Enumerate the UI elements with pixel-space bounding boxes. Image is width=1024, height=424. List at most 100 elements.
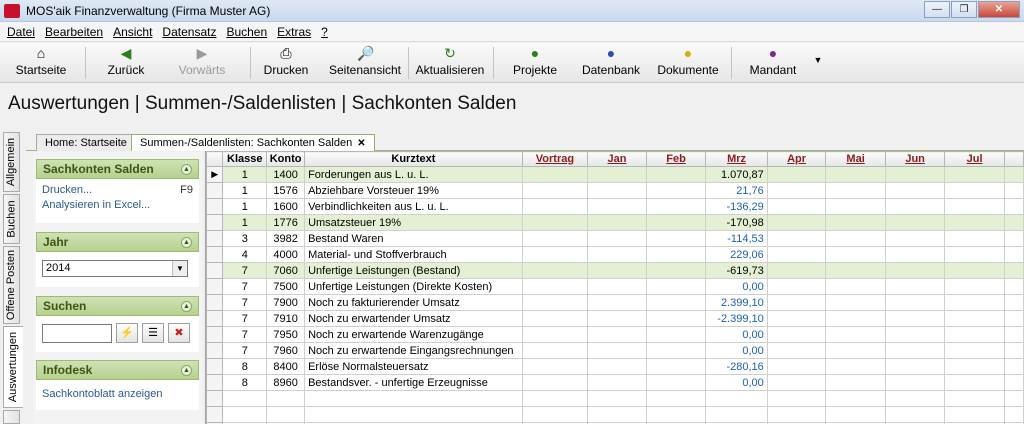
cell-mrz[interactable]: 21,76 (705, 182, 768, 199)
row-selector[interactable] (206, 198, 224, 215)
refresh-button[interactable]: ↻ Aktualisieren (414, 45, 486, 81)
cell-feb[interactable] (645, 214, 707, 231)
column-header-jun[interactable]: Jun (884, 151, 946, 167)
row-selector[interactable]: ▶ (206, 166, 224, 183)
table-row[interactable]: 3 3982 Bestand Waren -114,53 (206, 230, 1024, 247)
forward-button[interactable]: ▶ Vorwärts (175, 45, 229, 81)
cell-vortrag[interactable] (521, 374, 589, 391)
cell-jul[interactable] (944, 374, 1005, 391)
column-header-mai[interactable]: Mai (825, 151, 886, 167)
cell-apr[interactable] (766, 374, 827, 391)
cell-overflow[interactable] (1003, 278, 1024, 295)
cell-overflow[interactable] (1003, 310, 1024, 327)
cell-jun[interactable] (884, 230, 946, 247)
print-link[interactable]: Drucken... F9 (42, 183, 193, 198)
cell-mai[interactable] (825, 326, 886, 343)
cell-jul[interactable] (944, 214, 1005, 231)
clear-filter-button[interactable]: ✖ (168, 323, 190, 343)
cell-mai[interactable] (825, 182, 886, 199)
cell-jul[interactable] (944, 230, 1005, 247)
cell-kurztext[interactable]: Noch zu erwartender Umsatz (304, 310, 523, 327)
cell-kurztext[interactable]: Forderungen aus L. u. L. (304, 166, 523, 183)
cell-vortrag[interactable] (521, 182, 589, 199)
cell-konto[interactable]: 8960 (266, 374, 306, 391)
close-tab-icon[interactable]: ✕ (357, 138, 365, 149)
table-row[interactable]: 1 1776 Umsatzsteuer 19% -170,98 (206, 214, 1024, 231)
tab-auswertungen[interactable]: Auswertungen (3, 326, 23, 408)
cell-apr[interactable] (766, 294, 827, 311)
cell-jul[interactable] (944, 294, 1005, 311)
column-header-feb[interactable]: Feb (645, 151, 707, 167)
panel-infodesk-header[interactable]: Infodesk ▲ (36, 360, 199, 380)
cell-jun[interactable] (884, 214, 946, 231)
year-select[interactable]: 2014 ▼ (42, 260, 188, 277)
cell-mai[interactable] (825, 166, 886, 183)
mandant-dropdown-icon[interactable]: ▼ (812, 55, 824, 91)
cell-klasse[interactable]: 8 (222, 358, 268, 375)
cell-vortrag[interactable] (521, 294, 589, 311)
cell-jul[interactable] (944, 358, 1005, 375)
column-header-jan[interactable]: Jan (587, 151, 647, 167)
cell-jan[interactable] (587, 214, 647, 231)
row-selector[interactable] (206, 246, 224, 263)
cell-mai[interactable] (825, 262, 886, 279)
cell-konto[interactable]: 7060 (266, 262, 306, 279)
database-button[interactable]: ● Datenbank (581, 45, 641, 81)
tab-buchen[interactable]: Buchen (3, 194, 20, 244)
cell-overflow[interactable] (1003, 246, 1024, 263)
row-selector[interactable] (206, 358, 224, 375)
cell-konto[interactable]: 4000 (266, 246, 306, 263)
cell-jan[interactable] (587, 310, 647, 327)
cell-mai[interactable] (825, 246, 886, 263)
cell-konto[interactable]: 7500 (266, 278, 306, 295)
cell-klasse[interactable]: 3 (222, 230, 268, 247)
cell-jul[interactable] (944, 262, 1005, 279)
cell-klasse[interactable]: 7 (222, 326, 268, 343)
cell-klasse[interactable]: 7 (222, 278, 268, 295)
cell-kurztext[interactable]: Noch zu fakturierender Umsatz (304, 294, 523, 311)
cell-vortrag[interactable] (521, 166, 589, 183)
minimize-button[interactable]: — (924, 1, 950, 18)
menu-extras[interactable]: Extras (272, 25, 316, 39)
cell-kurztext[interactable]: Abziehbare Vorsteuer 19% (304, 182, 523, 199)
row-selector[interactable] (206, 310, 224, 327)
cell-apr[interactable] (766, 166, 827, 183)
cell-mai[interactable] (825, 342, 886, 359)
cell-jun[interactable] (884, 182, 946, 199)
cell-mrz[interactable]: 0,00 (705, 342, 768, 359)
cell-jan[interactable] (587, 342, 647, 359)
cell-jan[interactable] (587, 182, 647, 199)
cell-konto[interactable]: 7950 (266, 326, 306, 343)
mandant-button[interactable]: ● Mandant (746, 45, 800, 81)
cell-mrz[interactable]: 0,00 (705, 326, 768, 343)
tab-offene-posten[interactable]: Offene Posten (3, 246, 20, 324)
cell-mai[interactable] (825, 278, 886, 295)
column-header-konto[interactable]: Konto (266, 151, 306, 167)
cell-feb[interactable] (645, 342, 707, 359)
cell-feb[interactable] (645, 374, 707, 391)
cell-apr[interactable] (766, 342, 827, 359)
cell-apr[interactable] (766, 182, 827, 199)
restore-button[interactable]: ❐ (951, 1, 977, 18)
cell-jun[interactable] (884, 310, 946, 327)
menu-bearbeiten[interactable]: Bearbeiten (40, 25, 108, 39)
tab-allgemein[interactable]: Allgemein (3, 132, 20, 192)
cell-mrz[interactable]: -2.399,10 (705, 310, 768, 327)
cell-kurztext[interactable]: Bestand Waren (304, 230, 523, 247)
cell-jan[interactable] (587, 358, 647, 375)
collapse-icon[interactable]: ▲ (181, 236, 192, 248)
cell-klasse[interactable]: 7 (222, 262, 268, 279)
cell-konto[interactable]: 1576 (266, 182, 306, 199)
sachkontoblatt-link[interactable]: Sachkontoblatt anzeigen (42, 387, 193, 402)
cell-jul[interactable] (944, 198, 1005, 215)
cell-jul[interactable] (944, 246, 1005, 263)
cell-mrz[interactable]: 0,00 (705, 374, 768, 391)
cell-feb[interactable] (645, 198, 707, 215)
table-row[interactable]: 4 4000 Material- und Stoffverbrauch 229,06 (206, 246, 1024, 263)
cell-kurztext[interactable]: Unfertige Leistungen (Bestand) (304, 262, 523, 279)
menu-datei[interactable]: Datei (2, 25, 40, 39)
table-row[interactable]: 1 1576 Abziehbare Vorsteuer 19% 21,76 (206, 182, 1024, 199)
cell-jan[interactable] (587, 166, 647, 183)
cell-jan[interactable] (587, 278, 647, 295)
cell-vortrag[interactable] (521, 358, 589, 375)
